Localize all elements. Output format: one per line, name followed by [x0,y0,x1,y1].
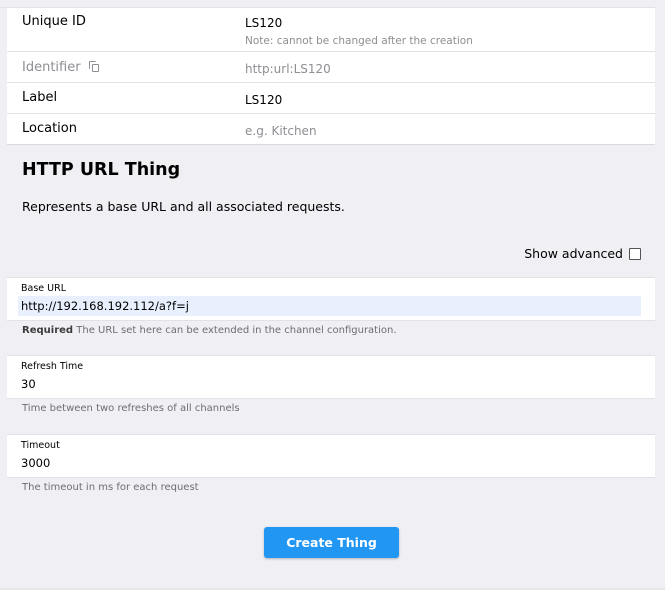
location-label: Location [22,121,77,136]
unique-id-input[interactable]: LS120 [245,16,282,30]
base-url-input[interactable]: http://192.168.192.112/a?f=j [18,296,641,316]
base-url-label: Base URL [21,283,66,294]
label-input[interactable]: LS120 [245,93,282,107]
refresh-time-field: Refresh Time 30 [7,355,655,399]
base-url-hint-text: The URL set here can be extended in the … [76,325,397,336]
unique-id-note: Note: cannot be changed after the creati… [245,35,473,47]
refresh-time-hint: Time between two refreshes of all channe… [22,403,240,414]
base-url-field: Base URL http://192.168.192.112/a?f=j [7,277,655,321]
thing-info-card: Unique ID LS120 Note: cannot be changed … [7,8,655,145]
base-url-hint: Required The URL set here can be extende… [22,325,397,336]
show-advanced-label: Show advanced [524,246,623,261]
timeout-hint: The timeout in ms for each request [22,482,199,493]
identifier-label: Identifier [22,60,100,75]
timeout-label: Timeout [21,440,60,451]
binding-description: Represents a base URL and all associated… [22,199,345,214]
identifier-label-text: Identifier [22,60,81,75]
unique-id-row: Unique ID LS120 Note: cannot be changed … [7,8,655,52]
required-tag: Required [22,325,74,336]
location-row: Location e.g. Kitchen [7,114,655,145]
binding-title: HTTP URL Thing [22,160,181,180]
copy-icon[interactable] [88,61,100,72]
location-input[interactable]: e.g. Kitchen [245,124,317,138]
unique-id-label: Unique ID [22,14,86,29]
label-row: Label LS120 [7,83,655,114]
show-advanced-toggle[interactable]: Show advanced [524,246,641,261]
create-thing-button[interactable]: Create Thing [264,527,399,558]
timeout-input[interactable]: 3000 [18,453,641,473]
identifier-value: http:url:LS120 [245,62,331,76]
identifier-row: Identifier http:url:LS120 [7,52,655,83]
refresh-time-label: Refresh Time [21,361,84,372]
refresh-time-input[interactable]: 30 [18,374,641,394]
show-advanced-checkbox[interactable] [629,247,641,260]
timeout-field: Timeout 3000 [7,434,655,478]
label-label: Label [22,90,58,105]
